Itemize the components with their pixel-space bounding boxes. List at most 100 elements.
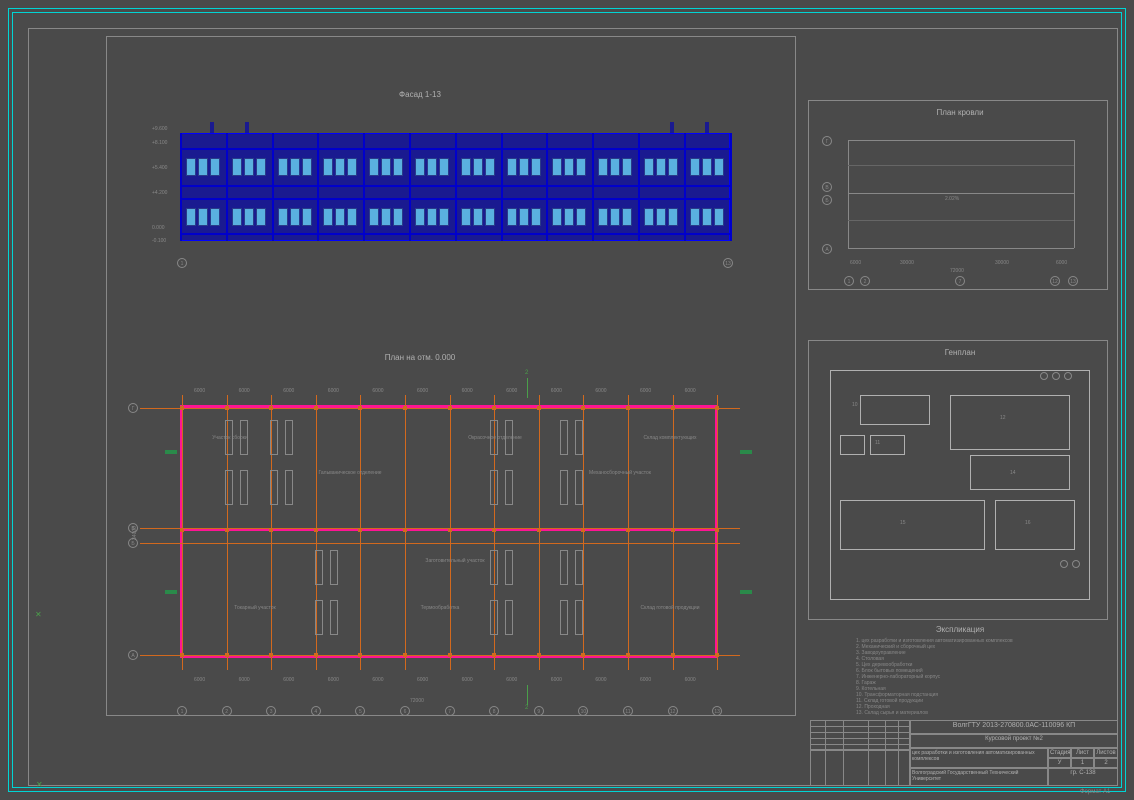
tb-vline bbox=[898, 720, 899, 786]
elev-mark: +4.200 bbox=[152, 190, 167, 196]
facade-window bbox=[714, 158, 724, 176]
facade-window bbox=[256, 208, 266, 226]
facade-window bbox=[485, 208, 495, 226]
room-label: Заготовительный участок bbox=[420, 558, 490, 564]
section-mark-top: 2 bbox=[525, 370, 528, 376]
elev-mark: -0.100 bbox=[152, 238, 166, 244]
roof-vent bbox=[210, 122, 214, 133]
roof-dim: 72000 bbox=[950, 268, 964, 274]
roof-axis: 7 bbox=[955, 276, 965, 286]
facade-window bbox=[198, 158, 208, 176]
plan-dim: 6000 bbox=[372, 388, 383, 394]
tb-code: ВолгГТУ 2013-270800.0АС-110096 КП bbox=[910, 720, 1118, 734]
plan-equipment bbox=[490, 550, 498, 585]
roof-vent bbox=[670, 122, 674, 133]
facade-window bbox=[302, 208, 312, 226]
plan-dim: 6000 bbox=[640, 677, 651, 683]
tb-vline bbox=[825, 720, 826, 786]
plan-axis-circle: 2 bbox=[222, 706, 232, 716]
roof-dim: 6000 bbox=[850, 260, 861, 266]
roof-axis: 13 bbox=[1068, 276, 1078, 286]
plan-dim: 6000 bbox=[685, 677, 696, 683]
facade-window bbox=[369, 208, 379, 226]
facade-window bbox=[610, 158, 620, 176]
plan-dim: 6000 bbox=[417, 677, 428, 683]
tb-org: гр. С-138 bbox=[1048, 768, 1118, 786]
plan-grid-line-v bbox=[405, 395, 406, 670]
facade-window bbox=[564, 208, 574, 226]
tb-hline bbox=[810, 732, 910, 733]
facade-window bbox=[278, 158, 288, 176]
plan-equipment bbox=[575, 600, 583, 635]
facade-window bbox=[427, 208, 437, 226]
facade-window bbox=[244, 158, 254, 176]
plan-equipment bbox=[560, 600, 568, 635]
plan-equipment bbox=[225, 470, 233, 505]
genplan-building bbox=[970, 455, 1070, 490]
facade-window bbox=[461, 158, 471, 176]
facade-window bbox=[519, 208, 529, 226]
plan-equipment bbox=[575, 550, 583, 585]
facade-window bbox=[198, 208, 208, 226]
roof-axis: Г bbox=[822, 136, 832, 146]
facade-window bbox=[232, 208, 242, 226]
facade-window bbox=[393, 158, 403, 176]
plan-entry-arrow bbox=[740, 590, 752, 594]
roof-vent bbox=[245, 122, 249, 133]
tb-stage-label: Стадия bbox=[1048, 748, 1071, 758]
tb-sheet-label: Лист bbox=[1071, 748, 1094, 758]
facade-window bbox=[690, 208, 700, 226]
tb-sheet-val: 1 bbox=[1071, 758, 1094, 768]
facade-window bbox=[473, 208, 483, 226]
roof-dim: 6000 bbox=[1056, 260, 1067, 266]
plan-equipment bbox=[270, 420, 278, 455]
elev-mark: +5.400 bbox=[152, 165, 167, 171]
facade-window bbox=[290, 208, 300, 226]
room-label: Токарный участок bbox=[220, 605, 290, 611]
tb-sheets-val: 2 bbox=[1094, 758, 1118, 768]
facade-window bbox=[439, 158, 449, 176]
genplan-tree bbox=[1052, 372, 1060, 380]
plan-height-dim: 34000 bbox=[132, 526, 138, 540]
facade-window bbox=[552, 158, 562, 176]
facade-window bbox=[323, 158, 333, 176]
roof-line bbox=[848, 140, 849, 248]
facade-window bbox=[507, 158, 517, 176]
facade-window bbox=[531, 158, 541, 176]
plan-dim: 6000 bbox=[506, 388, 517, 394]
facade-window bbox=[302, 158, 312, 176]
facade-window bbox=[232, 158, 242, 176]
facade-window bbox=[210, 158, 220, 176]
facade-window bbox=[668, 208, 678, 226]
room-label: Термообработка bbox=[405, 605, 475, 611]
genplan-num: 14 bbox=[1010, 470, 1016, 476]
plan-equipment bbox=[490, 470, 498, 505]
tb-dept: Волгоградский Государственный Технически… bbox=[910, 768, 1048, 786]
facade-beam bbox=[180, 185, 730, 187]
facade-window bbox=[210, 208, 220, 226]
genplan-num: 11 bbox=[875, 440, 880, 446]
facade-title: Фасад 1-13 bbox=[380, 90, 460, 99]
plan-grid-line-v bbox=[583, 395, 584, 670]
section-mark-bottom: 2 bbox=[525, 705, 528, 711]
roof-vent bbox=[705, 122, 709, 133]
plan-dim: 6000 bbox=[194, 388, 205, 394]
roof-dim: 30000 bbox=[995, 260, 1009, 266]
plan-equipment bbox=[560, 470, 568, 505]
plan-axis-circle: 1 bbox=[177, 706, 187, 716]
facade-window bbox=[564, 158, 574, 176]
roof-axis: 12 bbox=[1050, 276, 1060, 286]
room-label: Склад комплектующих bbox=[640, 435, 700, 441]
facade-window bbox=[507, 208, 517, 226]
tb-hline bbox=[810, 744, 910, 745]
facade-window bbox=[461, 208, 471, 226]
plan-grid-line-v bbox=[360, 395, 361, 670]
plan-axis-circle: 4 bbox=[311, 706, 321, 716]
genplan-tree bbox=[1060, 560, 1068, 568]
section-line bbox=[527, 685, 528, 705]
room-label: Механосборочный участок bbox=[580, 470, 660, 476]
elev-mark: 0.000 bbox=[152, 225, 165, 231]
plan-axis-circle: 12 bbox=[668, 706, 678, 716]
facade-window bbox=[278, 208, 288, 226]
facade-window bbox=[381, 208, 391, 226]
